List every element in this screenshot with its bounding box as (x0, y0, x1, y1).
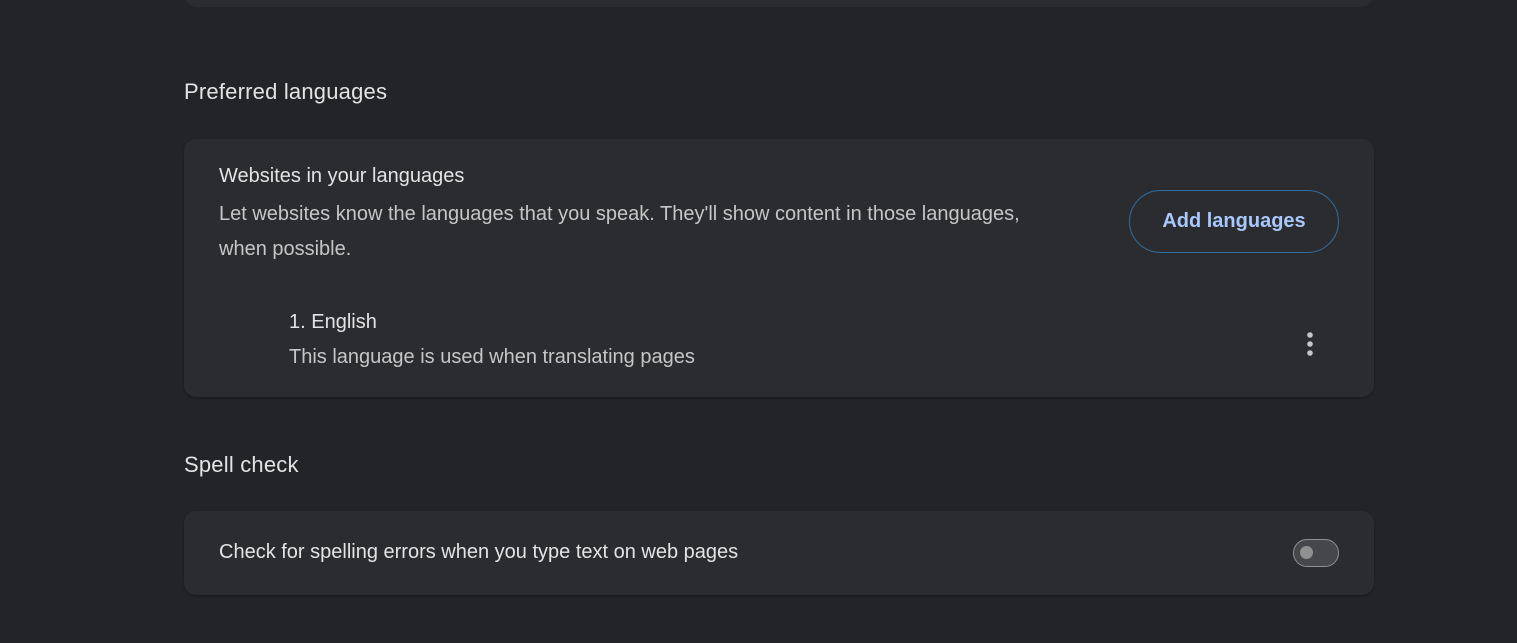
language-subtitle: This language is used when translating p… (289, 346, 695, 368)
add-languages-button[interactable]: Add languages (1129, 190, 1339, 253)
spell-check-heading: Spell check (184, 452, 299, 477)
toggle-knob (1300, 546, 1313, 559)
language-more-actions-button[interactable] (1290, 324, 1330, 364)
websites-in-languages-title: Websites in your languages (219, 165, 465, 187)
preferred-languages-card: Websites in your languages Let websites … (184, 139, 1374, 397)
spell-check-label: Check for spelling errors when you type … (219, 541, 739, 563)
language-name: 1. English (289, 311, 377, 333)
preferred-languages-heading: Preferred languages (184, 79, 388, 104)
websites-in-languages-description: Let websites know the languages that you… (219, 203, 1020, 260)
previous-section-card (184, 0, 1374, 7)
more-vertical-icon (1307, 332, 1313, 356)
spell-check-card: Check for spelling errors when you type … (184, 511, 1374, 595)
language-list-item: 1. English This language is used when tr… (289, 311, 1339, 381)
spell-check-toggle[interactable] (1293, 539, 1339, 567)
